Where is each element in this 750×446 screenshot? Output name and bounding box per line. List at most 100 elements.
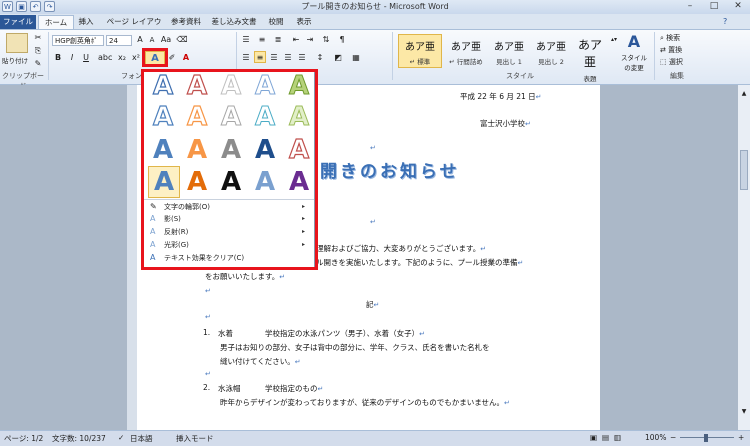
- paragraph-mark: ↵: [205, 313, 211, 321]
- distribute-icon[interactable]: ☰: [296, 52, 308, 64]
- decrease-indent-icon[interactable]: ⇤: [290, 34, 302, 46]
- clear-format-icon[interactable]: ⌫: [176, 34, 188, 46]
- font-name-combo[interactable]: HGP創英角ﾎﾟ: [52, 35, 104, 46]
- doc-line-1: 理解およびご協力、大変ありがとうございます。↵: [316, 244, 487, 253]
- status-spell-icon[interactable]: ✓: [118, 433, 124, 442]
- scroll-up-icon[interactable]: ▲: [739, 90, 749, 100]
- highlight-frame-gallery: [141, 69, 318, 270]
- status-word-count[interactable]: 文字数: 10/237: [52, 433, 106, 444]
- align-center-icon[interactable]: ≡: [254, 51, 266, 63]
- borders-icon[interactable]: ▦: [350, 52, 362, 64]
- tab-home[interactable]: ホーム: [38, 15, 74, 29]
- bold-icon[interactable]: B: [52, 52, 64, 64]
- tab-references[interactable]: 参考資料: [170, 15, 202, 29]
- style-name: 見出し 1: [496, 58, 522, 66]
- select-button[interactable]: ⬚ 選択: [660, 57, 683, 67]
- status-insert-mode[interactable]: 挿入モード: [176, 433, 214, 444]
- list-item-1-head: 水着: [218, 329, 233, 338]
- replace-button[interactable]: ⇄ 置換: [660, 45, 682, 55]
- style-heading-2[interactable]: あア亜 見出し 2: [530, 34, 572, 68]
- list-item-2-head: 水泳帽: [218, 384, 241, 393]
- multilevel-list-icon[interactable]: ≣: [272, 34, 284, 46]
- scroll-thumb[interactable]: [740, 150, 748, 190]
- change-styles-button[interactable]: スタイルの変更: [618, 52, 650, 72]
- doc-ki: 記↵: [366, 300, 380, 309]
- grow-font-icon[interactable]: A: [134, 34, 146, 46]
- paste-button[interactable]: 貼り付け: [2, 55, 28, 65]
- copy-icon[interactable]: ⎘: [32, 45, 44, 57]
- vertical-scrollbar[interactable]: [738, 85, 750, 430]
- format-painter-icon[interactable]: ✎: [32, 58, 44, 70]
- tab-mailings[interactable]: 差し込み文書: [210, 15, 258, 29]
- paragraph-mark: ↵: [205, 287, 211, 295]
- sort-icon[interactable]: ⇅: [320, 34, 332, 46]
- cut-icon[interactable]: ✂: [32, 32, 44, 44]
- increase-indent-icon[interactable]: ⇥: [304, 34, 316, 46]
- style-name: 表題: [583, 75, 597, 83]
- find-button[interactable]: ⌕ 検索: [660, 33, 680, 43]
- doc-date: 平成 22 年 6 月 21 日↵: [460, 92, 542, 101]
- change-styles-icon[interactable]: A: [624, 32, 644, 51]
- font-color-icon[interactable]: A: [180, 52, 192, 64]
- status-page[interactable]: ページ: 1/2: [4, 433, 43, 444]
- list-item-1-line-2: 男子はお知りの部分、女子は背中の部分に、学年、クラス、氏名を書いた名札を: [220, 343, 490, 352]
- shading-icon[interactable]: ◩: [332, 52, 344, 64]
- superscript-icon[interactable]: x²: [130, 52, 142, 64]
- list-item-2-number: 2.: [203, 383, 211, 392]
- maximize-icon[interactable]: □: [702, 0, 726, 13]
- italic-icon[interactable]: I: [66, 52, 78, 64]
- paragraph-mark: ↵: [370, 144, 376, 152]
- style-name: 見出し 2: [538, 58, 564, 66]
- strikethrough-icon[interactable]: abc: [98, 52, 112, 64]
- help-icon[interactable]: ?: [723, 17, 727, 26]
- status-language[interactable]: 日本語: [130, 433, 153, 444]
- subscript-icon[interactable]: x₂: [116, 52, 128, 64]
- minimize-icon[interactable]: –: [678, 0, 702, 13]
- change-case-icon[interactable]: Aa: [160, 34, 172, 46]
- ribbon-separator: [392, 32, 393, 80]
- view-fullscreen-icon[interactable]: ▤: [602, 433, 609, 442]
- tab-view[interactable]: 表示: [294, 15, 314, 29]
- select-label: 選択: [668, 58, 683, 66]
- numbering-icon[interactable]: ≡: [256, 34, 268, 46]
- style-title[interactable]: あア亜 表題: [572, 34, 608, 83]
- style-name: ↵ 標準: [409, 58, 431, 66]
- tab-file[interactable]: ファイル: [0, 15, 36, 29]
- close-icon[interactable]: ✕: [726, 0, 750, 13]
- styles-scroll-icon[interactable]: ▴▾: [608, 34, 620, 46]
- style-sample: あア亜: [451, 42, 481, 53]
- status-bar: [0, 430, 750, 446]
- font-size-combo[interactable]: 24: [106, 35, 132, 46]
- list-item-2-desc: 学校指定のもの↵: [265, 384, 324, 393]
- justify-icon[interactable]: ☰: [282, 52, 294, 64]
- bullets-icon[interactable]: ☰: [240, 34, 252, 46]
- shrink-font-icon[interactable]: A: [146, 34, 158, 46]
- zoom-slider-thumb[interactable]: [704, 434, 708, 442]
- line-spacing-icon[interactable]: ↕: [314, 52, 326, 64]
- view-web-icon[interactable]: ▥: [614, 433, 621, 442]
- style-heading-1[interactable]: あア亜 見出し 1: [488, 34, 530, 68]
- style-sample: あア亜: [536, 42, 566, 53]
- zoom-level[interactable]: 100%: [645, 433, 666, 442]
- style-name: ↵ 行間詰め: [449, 58, 483, 66]
- tab-insert[interactable]: 挿入: [76, 15, 96, 29]
- align-left-icon[interactable]: ☰: [240, 52, 252, 64]
- tab-review[interactable]: 校閲: [266, 15, 286, 29]
- underline-icon[interactable]: U: [80, 52, 92, 64]
- replace-label: 置換: [668, 46, 683, 54]
- show-marks-icon[interactable]: ¶: [336, 34, 348, 46]
- list-item-2-line-2: 昨年からデザインが変わっておりますが、従来のデザインのものでもかまいません。↵: [220, 398, 510, 407]
- zoom-out-icon[interactable]: −: [670, 433, 676, 442]
- scroll-down-icon[interactable]: ▼: [739, 408, 749, 418]
- highlight-frame-button: [142, 48, 168, 67]
- align-right-icon[interactable]: ☰: [268, 52, 280, 64]
- paragraph-mark: ↵: [370, 218, 376, 226]
- tab-page-layout[interactable]: ページ レイアウト: [104, 15, 164, 40]
- view-print-layout-icon[interactable]: ▣: [590, 433, 597, 442]
- doc-sender: 富士沢小学校↵: [480, 119, 531, 128]
- style-normal[interactable]: あア亜 ↵ 標準: [398, 34, 442, 68]
- zoom-in-icon[interactable]: +: [738, 433, 744, 442]
- list-item-1-number: 1.: [203, 328, 211, 337]
- paste-icon[interactable]: [6, 33, 28, 53]
- style-no-spacing[interactable]: あア亜 ↵ 行間詰め: [444, 34, 488, 68]
